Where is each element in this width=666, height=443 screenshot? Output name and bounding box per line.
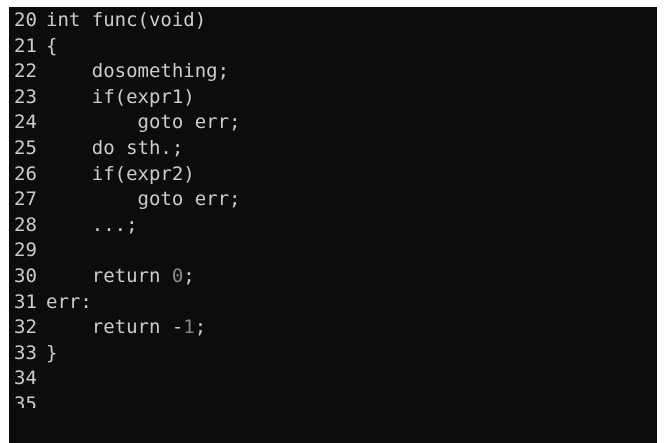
line-number: 27	[14, 188, 37, 211]
line-number: 20	[14, 9, 37, 31]
code-line: 31 err:	[9, 290, 657, 316]
numeric-literal: 1	[183, 316, 195, 339]
code-text: do sth.;	[46, 136, 184, 159]
line-number: 26	[14, 162, 37, 185]
code-text: {	[46, 34, 58, 57]
line-number: 35	[14, 392, 37, 408]
code-line: 32 return -1;	[9, 315, 657, 341]
code-line: 34	[9, 366, 657, 392]
code-text: if(expr1)	[46, 85, 195, 108]
code-text: err:	[46, 290, 92, 313]
line-number: 25	[14, 136, 37, 159]
code-line: 21 {	[9, 34, 657, 60]
code-text-return-minus-one: return -1;	[46, 315, 206, 341]
line-number: 32	[14, 316, 37, 339]
code-line: 29	[9, 238, 657, 264]
code-line: 27 goto err;	[9, 187, 657, 213]
line-number: 24	[14, 111, 37, 134]
code-text: dosomething;	[46, 60, 230, 83]
line-number: 29	[14, 239, 37, 262]
code-line: 25 do sth.;	[9, 136, 657, 162]
line-number: 34	[14, 367, 37, 390]
line-number: 21	[14, 34, 37, 57]
code-punctuation: ;	[183, 264, 195, 287]
code-text: goto err;	[46, 188, 241, 211]
code-keyword: return	[46, 264, 172, 287]
code-line-partial: 35	[9, 392, 657, 408]
line-number: 30	[14, 264, 37, 287]
code-text: ...;	[46, 213, 138, 236]
line-number: 22	[14, 60, 37, 83]
code-line: 30 return 0;	[9, 264, 657, 290]
code-line: 22 dosomething;	[9, 59, 657, 85]
code-text: }	[46, 341, 58, 364]
code-punctuation: ;	[194, 316, 207, 339]
code-editor-pane[interactable]: 20 int func(void) 21 { 22 dosomething; 2…	[9, 7, 657, 443]
code-line: 28 ...;	[9, 213, 657, 239]
code-line: 33 }	[9, 341, 657, 367]
code-text: goto err;	[46, 111, 241, 134]
line-number: 28	[14, 213, 37, 236]
numeric-literal: 0	[171, 264, 184, 287]
line-number: 23	[14, 85, 37, 108]
line-number: 33	[14, 341, 37, 364]
code-line: 20 int func(void)	[9, 8, 657, 34]
code-text: if(expr2)	[46, 162, 195, 185]
code-text: int func(void)	[46, 9, 207, 31]
code-line: 23 if(expr1)	[9, 85, 657, 111]
code-line: 26 if(expr2)	[9, 162, 657, 188]
code-keyword: return -	[46, 316, 184, 339]
code-text-return-zero: return 0;	[46, 264, 195, 290]
line-number: 31	[14, 290, 37, 313]
code-line: 24 goto err;	[9, 110, 657, 136]
